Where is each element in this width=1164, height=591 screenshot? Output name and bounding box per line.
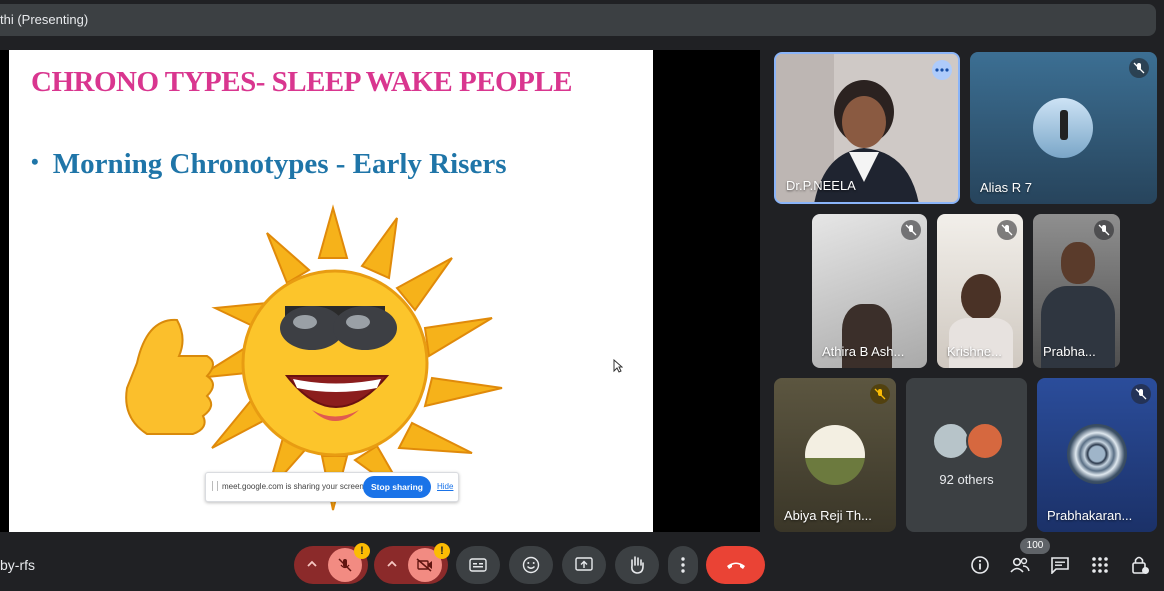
mic-off-icon bbox=[1129, 58, 1149, 78]
participant-name: Krishne... bbox=[947, 344, 1002, 359]
people-icon bbox=[1010, 557, 1030, 573]
lock-person-icon bbox=[1132, 556, 1149, 574]
stop-sharing-button[interactable]: Stop sharing bbox=[363, 476, 431, 498]
slide-bullet-text: Morning Chronotypes - Early Risers bbox=[52, 148, 507, 180]
participant-name: Prabha... bbox=[1043, 344, 1096, 359]
mic-off-icon bbox=[997, 220, 1017, 240]
others-tile[interactable]: 92 others bbox=[906, 378, 1027, 532]
participant-tile-krishne[interactable]: Krishne... bbox=[937, 214, 1023, 368]
mic-off-icon bbox=[901, 220, 921, 240]
meeting-code: by-rfs bbox=[0, 557, 35, 573]
participant-name: Prabhakaran... bbox=[1047, 508, 1133, 523]
more-options-button[interactable] bbox=[668, 546, 698, 584]
participant-tile-abiya[interactable]: Abiya Reji Th... bbox=[774, 378, 896, 532]
mic-warning-badge: ! bbox=[354, 543, 370, 559]
leave-call-button[interactable] bbox=[706, 546, 765, 584]
chat-icon bbox=[1051, 557, 1069, 574]
participant-name: Dr.P.NEELA bbox=[786, 178, 856, 193]
camera-off-icon bbox=[416, 558, 432, 572]
raise-hand-button[interactable] bbox=[615, 546, 659, 584]
reactions-button[interactable] bbox=[509, 546, 553, 584]
mic-off-icon bbox=[870, 384, 890, 404]
avatar bbox=[932, 422, 970, 460]
participant-tile-prabhakaran[interactable]: Prabhakaran... bbox=[1037, 378, 1157, 532]
avatar bbox=[1033, 98, 1093, 158]
present-button[interactable] bbox=[562, 546, 606, 584]
chevron-up-icon bbox=[306, 558, 318, 573]
sun-thumbs-up-illustration bbox=[125, 204, 503, 511]
mic-off-icon bbox=[1094, 220, 1114, 240]
presentation-stage: CHRONO TYPES- SLEEP WAKE PEOPLE • Morning… bbox=[0, 50, 760, 532]
more-options-icon[interactable] bbox=[932, 60, 952, 80]
participant-name: Abiya Reji Th... bbox=[784, 508, 872, 523]
raise-hand-icon bbox=[631, 556, 644, 574]
slide-bullet: • Morning Chronotypes - Early Risers bbox=[31, 148, 507, 180]
participant-tile-dr-neela[interactable]: Dr.P.NEELA bbox=[774, 52, 960, 204]
sun-face bbox=[241, 269, 429, 457]
participant-tile-athira[interactable]: Athira B Ash... bbox=[812, 214, 927, 368]
participant-tile-prabha[interactable]: Prabha... bbox=[1033, 214, 1120, 368]
meeting-details-button[interactable] bbox=[968, 553, 992, 577]
drag-handle-icon[interactable] bbox=[212, 481, 218, 491]
hide-link[interactable]: Hide bbox=[437, 482, 453, 491]
activities-button[interactable] bbox=[1088, 553, 1112, 577]
mic-off-icon bbox=[1131, 384, 1151, 404]
participant-name: Alias R 7 bbox=[980, 180, 1033, 195]
slide-title: CHRONO TYPES- SLEEP WAKE PEOPLE bbox=[31, 66, 573, 98]
avatar bbox=[966, 422, 1004, 460]
info-icon bbox=[971, 556, 989, 574]
mouse-cursor-icon bbox=[613, 359, 623, 373]
more-vert-icon bbox=[681, 557, 685, 573]
participant-name: Athira B Ash... bbox=[822, 344, 905, 359]
screen-share-notice: meet.google.com is sharing your screen. … bbox=[205, 472, 459, 502]
presenter-label: thi (Presenting) bbox=[0, 12, 89, 27]
chevron-up-icon bbox=[386, 558, 398, 573]
host-controls-button[interactable] bbox=[1128, 553, 1152, 577]
mic-off-icon bbox=[338, 558, 352, 572]
present-screen-icon bbox=[575, 557, 593, 571]
end-call-icon bbox=[726, 562, 745, 569]
shared-slide: CHRONO TYPES- SLEEP WAKE PEOPLE • Morning… bbox=[9, 50, 653, 532]
thumbs-up-hand bbox=[125, 318, 214, 435]
captions-button[interactable] bbox=[456, 546, 500, 584]
avatar bbox=[805, 425, 865, 485]
participant-count-badge: 100 bbox=[1020, 538, 1050, 554]
participant-tile-alias[interactable]: Alias R 7 bbox=[970, 52, 1157, 204]
apps-grid-icon bbox=[1092, 557, 1108, 573]
share-notice-text: meet.google.com is sharing your screen. bbox=[222, 482, 367, 491]
others-count: 92 others bbox=[939, 472, 994, 487]
people-button[interactable] bbox=[1008, 553, 1032, 577]
presentation-bar: thi (Presenting) bbox=[0, 4, 1156, 36]
chat-button[interactable] bbox=[1048, 553, 1072, 577]
camera-warning-badge: ! bbox=[434, 543, 450, 559]
avatar bbox=[1067, 424, 1127, 484]
captions-icon bbox=[469, 558, 487, 572]
emoji-icon bbox=[522, 556, 540, 574]
